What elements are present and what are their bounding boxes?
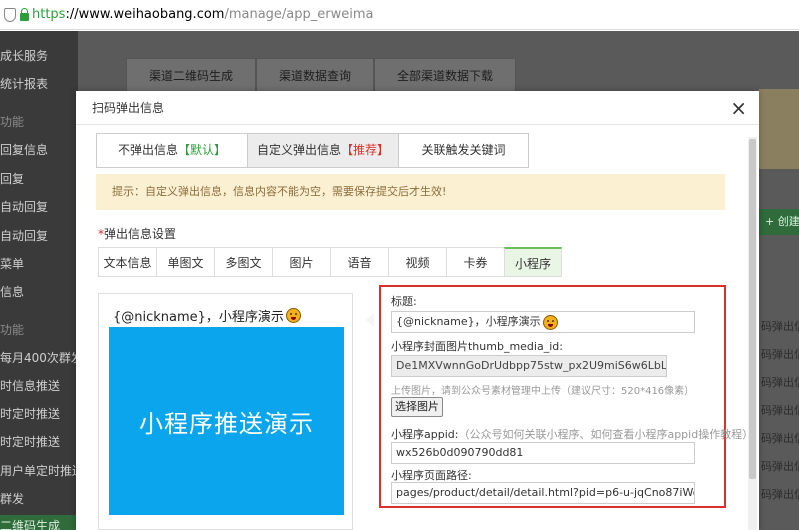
sidebar-item[interactable]: 自动回复 — [0, 198, 78, 215]
modal-title: 扫码弹出信息 — [92, 101, 165, 115]
sidebar-item[interactable]: 成长服务 — [0, 47, 78, 64]
settings-label: *弹出信息设置 — [98, 225, 176, 242]
pointer-arrow-icon — [366, 313, 374, 327]
tab-image[interactable]: 图片 — [272, 247, 330, 277]
row-link[interactable]: 码弹出信 — [759, 458, 799, 474]
sidebar-item[interactable]: 用户单定时推送 — [0, 462, 78, 479]
lock-icon — [20, 7, 29, 21]
recommended-tag: 【推荐】 — [341, 143, 390, 157]
preview-title: {@nickname}，小程序演示 — [113, 306, 301, 325]
modal-scrollbar[interactable] — [748, 137, 757, 530]
tab-voice[interactable]: 语音 — [330, 247, 388, 277]
settings-label-text: 弹出信息设置 — [104, 227, 177, 241]
url-separator: :// — [65, 7, 79, 22]
tab-multi-article[interactable]: 多图文 — [214, 247, 272, 277]
sidebar-item[interactable]: 菜单 — [0, 255, 78, 272]
title-input[interactable]: {@nickname}，小程序演示 — [391, 311, 695, 333]
tip-banner: 提示：自定义弹出信息，信息内容不能为空，需要保存提交后才生效! — [96, 174, 725, 210]
tab-keyword-trigger[interactable]: 关联触发关键词 — [399, 134, 528, 167]
appid-label-text: 小程序appid: — [391, 428, 459, 441]
sidebar-item-active[interactable]: 二维码生成 — [0, 515, 78, 530]
page-path-input[interactable]: pages/product/detail/detail.html?pid=p6-… — [391, 482, 695, 504]
row-link[interactable]: 码弹出信 — [759, 374, 799, 390]
row-link[interactable]: 码弹出信 — [759, 346, 799, 362]
tab-label: 不弹出信息 — [117, 143, 178, 157]
sidebar-heading: 功能 — [0, 323, 25, 337]
preview-title-text: {@nickname}，小程序演示 — [113, 310, 284, 325]
close-icon[interactable]: × — [730, 98, 747, 118]
thumb-label: 小程序封面图片thumb_media_id: — [391, 340, 563, 353]
tab-qrcode-generate[interactable]: 渠道二维码生成 — [126, 58, 257, 92]
background-tabs: 渠道二维码生成 渠道数据查询 全部渠道数据下载 — [126, 58, 517, 92]
sidebar: 成长服务 统计报表 功能 回复信息 回复 自动回复 自动回复 菜单 信息 功能 … — [0, 31, 78, 530]
sidebar-item[interactable]: 群发 — [0, 490, 78, 507]
choose-image-button[interactable]: 选择图片 — [391, 397, 443, 417]
grimace-emoji-icon — [542, 314, 558, 330]
sidebar-item[interactable]: 回复信息 — [0, 141, 78, 158]
tab-mini-program[interactable]: 小程序 — [504, 247, 562, 277]
sidebar-item[interactable]: 每月400次群发 — [0, 349, 78, 366]
preview-cover-image: 小程序推送演示 — [109, 327, 344, 515]
row-link[interactable]: 码弹出信 — [759, 430, 799, 446]
page-path-label: 小程序页面路径: — [391, 469, 472, 482]
tab-card[interactable]: 卡券 — [446, 247, 504, 277]
row-link[interactable]: 码弹出信 — [759, 402, 799, 418]
shield-icon — [4, 7, 16, 22]
popup-mode-tabs: 不弹出信息【默认】 自定义弹出信息【推荐】 关联触发关键词 — [96, 133, 529, 168]
thumb-media-id-input[interactable]: De1MXVwnnGoDrUdbpp75stw_px2U9miS6w6LbLL9… — [391, 355, 667, 377]
appid-input[interactable]: wx526b0d090790dd81 — [391, 442, 695, 464]
tab-video[interactable]: 视频 — [388, 247, 446, 277]
popup-info-modal: 扫码弹出信息 × 不弹出信息【默认】 自定义弹出信息【推荐】 关联触发关键词 提… — [76, 91, 759, 530]
sidebar-heading: 功能 — [0, 115, 25, 129]
modal-header: 扫码弹出信息 × — [76, 91, 759, 125]
row-link[interactable]: 码弹出信 — [759, 318, 799, 334]
tab-single-article[interactable]: 单图文 — [156, 247, 214, 277]
tab-data-download[interactable]: 全部渠道数据下载 — [374, 58, 517, 92]
grimace-emoji-icon — [285, 308, 301, 323]
sidebar-item[interactable]: 时定时推送 — [0, 433, 78, 450]
tab-custom-popup[interactable]: 自定义弹出信息【推荐】 — [248, 134, 399, 167]
sidebar-item[interactable]: 自动回复 — [0, 227, 78, 244]
message-type-tabs: 文本信息 单图文 多图文 图片 语音 视频 卡券 小程序 — [98, 247, 562, 277]
default-tag: 【默认】 — [178, 143, 227, 157]
preview-image-text: 小程序推送演示 — [139, 409, 314, 438]
appid-label: 小程序appid:（公众号如何关联小程序、如何查看小程序appid操作教程） — [391, 426, 753, 442]
url-path: /manage/app_erweima — [224, 7, 374, 22]
background-notice — [759, 89, 799, 169]
tab-no-popup[interactable]: 不弹出信息【默认】 — [97, 134, 248, 167]
tab-label: 自定义弹出信息 — [256, 143, 341, 157]
title-label: 标题: — [391, 295, 417, 308]
create-button[interactable]: + 创建 — [759, 209, 799, 235]
tab-text[interactable]: 文本信息 — [98, 247, 156, 277]
row-link[interactable]: 码弹出信 — [759, 486, 799, 502]
url-scheme: https — [32, 7, 66, 22]
mini-program-form: 标题: {@nickname}，小程序演示 小程序封面图片thumb_media… — [379, 285, 753, 508]
title-input-text: {@nickname}，小程序演示 — [396, 315, 541, 328]
upload-note: 上传图片，请到公众号素材管理中上传（建议尺寸：520*416像素） — [391, 386, 695, 397]
sidebar-item[interactable]: 信息 — [0, 283, 78, 300]
sidebar-item[interactable]: 时信息推送 — [0, 377, 78, 394]
sidebar-item[interactable]: 时定时推送 — [0, 405, 78, 422]
tab-label: 关联触发关键词 — [421, 143, 506, 157]
appid-help-link[interactable]: （公众号如何关联小程序、如何查看小程序appid操作教程） — [458, 428, 753, 441]
tab-data-query[interactable]: 渠道数据查询 — [256, 58, 375, 92]
url-host: www.weihaobang.com — [78, 7, 225, 22]
sidebar-item[interactable]: 统计报表 — [0, 75, 78, 92]
message-preview: {@nickname}，小程序演示 小程序推送演示 — [98, 293, 353, 530]
browser-address-bar[interactable]: https://www.weihaobang.com/manage/app_er… — [0, 0, 799, 30]
sidebar-item[interactable]: 回复 — [0, 170, 78, 187]
